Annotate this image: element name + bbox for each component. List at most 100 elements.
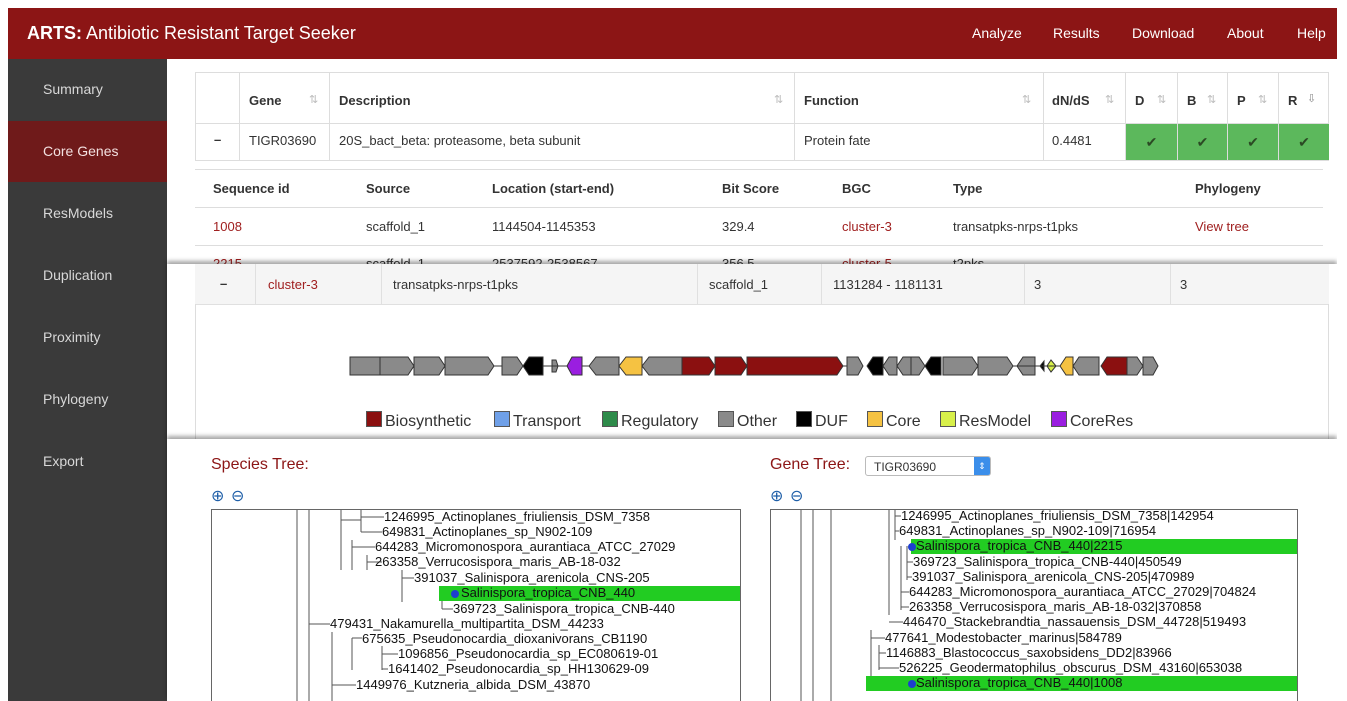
check-d-icon: ✔ xyxy=(1126,124,1177,160)
zoom-in-icon[interactable]: ⊕ xyxy=(770,486,783,506)
main-content: Gene ⇅ Description ⇅ Function ⇅ dN/dS ⇅ … xyxy=(167,59,1337,701)
col-p[interactable]: P xyxy=(1237,93,1246,108)
tree-leaf[interactable]: 263358_Verrucosispora_maris_AB-18-032 xyxy=(375,554,621,569)
col-gene[interactable]: Gene xyxy=(249,93,282,108)
sequence-link[interactable]: 2215 xyxy=(213,256,242,264)
legend-label: DUF xyxy=(815,413,848,430)
view-tree-link[interactable]: View tree xyxy=(1195,219,1249,234)
cluster-type: transatpks-nrps-t1pks xyxy=(393,277,518,292)
sort-icon[interactable]: ⇅ xyxy=(1157,93,1166,106)
check-p-icon: ✔ xyxy=(1228,124,1278,160)
tree-leaf[interactable]: 1146883_Blastococcus_saxobsidens_DD2|839… xyxy=(886,645,1172,660)
app-title[interactable]: ARTS: Antibiotic Resistant Target Seeker xyxy=(27,23,356,44)
sequence-bit-score: 356.5 xyxy=(722,256,755,264)
nav-about[interactable]: About xyxy=(1227,25,1264,41)
sort-icon[interactable]: ⇅ xyxy=(1022,93,1031,106)
sequence-source: scaffold_1 xyxy=(366,219,426,234)
tree-leaf[interactable]: 1641402_Pseudonocardia_sp_HH130629-09 xyxy=(388,661,649,676)
legend-swatch xyxy=(1051,411,1067,427)
tree-leaf[interactable]: 644283_Micromonospora_aurantiaca_ATCC_27… xyxy=(909,584,1256,599)
tree-leaf[interactable]: 649831_Actinoplanes_sp_N902-109|716954 xyxy=(899,523,1156,538)
legend-swatch xyxy=(366,411,382,427)
col-dnds[interactable]: dN/dS xyxy=(1052,93,1090,108)
gene-function: Protein fate xyxy=(804,133,871,148)
sort-desc-icon[interactable]: ⇩ xyxy=(1307,92,1316,105)
sidebar-item-resmodels[interactable]: ResModels xyxy=(8,183,167,244)
sort-icon[interactable]: ⇅ xyxy=(309,93,318,106)
cluster-col6: 3 xyxy=(1180,277,1188,292)
tree-leaf[interactable]: Salinispora_tropica_CNB_440|1008 xyxy=(916,675,1122,690)
tree-leaf[interactable]: 369723_Salinispora_tropica_CNB-440 xyxy=(453,601,675,616)
check-b-icon: ✔ xyxy=(1178,124,1227,160)
legend-swatch xyxy=(796,411,812,427)
species-tree-view[interactable]: 1246995_Actinoplanes_friuliensis_DSM_735… xyxy=(211,509,741,701)
sort-icon[interactable]: ⇅ xyxy=(1105,93,1114,106)
legend-label: Biosynthetic xyxy=(385,413,472,430)
tree-leaf[interactable]: Salinispora_tropica_CNB_440 xyxy=(461,585,635,600)
legend-coreres: CoreRes xyxy=(1051,411,1133,431)
legend-label: Core xyxy=(886,413,921,430)
zoom-out-icon[interactable]: ⊖ xyxy=(231,486,244,506)
sidebar-item-phylogeny[interactable]: Phylogeny xyxy=(8,369,167,430)
sidebar-item-proximity[interactable]: Proximity xyxy=(8,307,167,368)
cluster-location: 1131284 - 1181131 xyxy=(833,277,943,292)
cluster-row[interactable]: – cluster-3 transatpks-nrps-t1pks scaffo… xyxy=(195,264,1329,305)
sidebar-item-export[interactable]: Export xyxy=(8,431,167,492)
col-function[interactable]: Function xyxy=(804,93,859,108)
legend-swatch xyxy=(602,411,618,427)
zoom-out-icon[interactable]: ⊖ xyxy=(790,486,803,506)
tree-leaf[interactable]: Salinispora_tropica_CNB_440|2215 xyxy=(916,538,1122,553)
sort-icon[interactable]: ⇅ xyxy=(1258,93,1267,106)
sort-icon[interactable]: ⇅ xyxy=(774,93,783,106)
sidebar-item-summary[interactable]: Summary xyxy=(8,59,167,120)
gene-cluster-map[interactable] xyxy=(347,352,1187,380)
tree-leaf[interactable]: 526225_Geodermatophilus_obscurus_DSM_431… xyxy=(899,660,1242,675)
tree-leaf[interactable]: 391037_Salinispora_arenicola_CNS-205 xyxy=(414,570,650,585)
sequence-link[interactable]: 1008 xyxy=(213,219,242,234)
collapse-toggle[interactable]: – xyxy=(220,276,227,291)
legend-label: CoreRes xyxy=(1070,413,1134,430)
col-b[interactable]: B xyxy=(1187,93,1196,108)
legend-regulatory: Regulatory xyxy=(602,411,698,431)
sequence-type: t2pks xyxy=(953,256,985,264)
cluster-link[interactable]: cluster-3 xyxy=(268,277,318,292)
tree-leaf[interactable]: 1246995_Actinoplanes_friuliensis_DSM_735… xyxy=(901,510,1214,523)
phylogeny-panel: Species Tree: ⊕ ⊖ Gene Tree: TIGR03690 ⇕… xyxy=(167,439,1337,701)
tree-leaf[interactable]: 263358_Verrucosispora_maris_AB-18-032|37… xyxy=(909,599,1201,614)
collapse-toggle[interactable]: – xyxy=(214,132,221,147)
subcol-source: Source xyxy=(366,181,411,196)
legend-label: ResModel xyxy=(959,413,1032,430)
legend-swatch xyxy=(867,411,883,427)
sidebar-item-core-genes[interactable]: Core Genes xyxy=(8,121,167,182)
gene-tree-view[interactable]: 1246995_Actinoplanes_friuliensis_DSM_735… xyxy=(770,509,1298,701)
col-r[interactable]: R xyxy=(1288,93,1297,108)
tree-leaf[interactable]: 1449976_Kutzneria_albida_DSM_43870 xyxy=(356,677,590,692)
tree-leaf[interactable]: 1096856_Pseudonocardia_sp_EC080619-01 xyxy=(398,646,658,661)
legend-core: Core xyxy=(867,411,921,431)
tree-leaf[interactable]: 369723_Salinispora_tropica_CNB-440|45054… xyxy=(913,554,1182,569)
sort-icon[interactable]: ⇅ xyxy=(1207,93,1216,106)
tree-leaf[interactable]: 477641_Modestobacter_marinus|584789 xyxy=(885,630,1122,645)
cluster-panel: – cluster-3 transatpks-nrps-t1pks scaffo… xyxy=(167,264,1337,439)
zoom-in-icon[interactable]: ⊕ xyxy=(211,486,224,506)
nav-analyze[interactable]: Analyze xyxy=(972,25,1022,41)
tree-leaf[interactable]: 649831_Actinoplanes_sp_N902-109 xyxy=(382,524,592,539)
col-description[interactable]: Description xyxy=(339,93,411,108)
tree-leaf[interactable]: 675635_Pseudonocardia_dioxanivorans_CB11… xyxy=(362,631,647,646)
nav-results[interactable]: Results xyxy=(1053,25,1100,41)
bgc-link[interactable]: cluster-3 xyxy=(842,219,892,234)
sidebar: Summary Core Genes ResModels Duplication… xyxy=(8,59,167,701)
nav-download[interactable]: Download xyxy=(1132,25,1194,41)
subcol-bit-score: Bit Score xyxy=(722,181,780,196)
tree-leaf[interactable]: 479431_Nakamurella_multipartita_DSM_4423… xyxy=(330,616,604,631)
bgc-link[interactable]: cluster-5 xyxy=(842,256,892,264)
gene-tree-select[interactable]: TIGR03690 ⇕ xyxy=(865,456,991,476)
nav-help[interactable]: Help xyxy=(1297,25,1326,41)
legend-label: Other xyxy=(737,413,778,430)
col-d[interactable]: D xyxy=(1135,93,1144,108)
sidebar-item-duplication[interactable]: Duplication xyxy=(8,245,167,306)
tree-leaf[interactable]: 446470_Stackebrandtia_nassauensis_DSM_44… xyxy=(903,614,1246,629)
tree-leaf[interactable]: 1246995_Actinoplanes_friuliensis_DSM_735… xyxy=(384,510,650,524)
tree-leaf[interactable]: 644283_Micromonospora_aurantiaca_ATCC_27… xyxy=(375,539,675,554)
tree-leaf[interactable]: 391037_Salinispora_arenicola_CNS-205|470… xyxy=(912,569,1194,584)
